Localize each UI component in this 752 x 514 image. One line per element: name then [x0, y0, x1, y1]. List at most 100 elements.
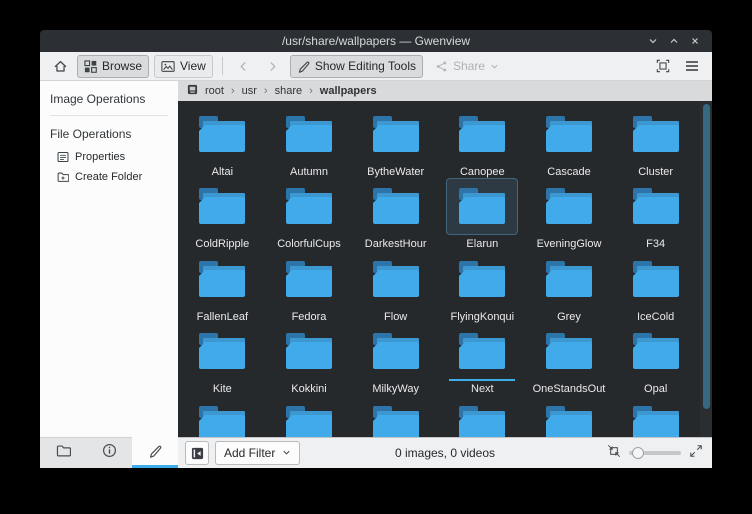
folder-icon — [186, 250, 258, 308]
properties-label: Properties — [75, 151, 125, 163]
folder-item[interactable]: FlyingKonqui — [439, 250, 526, 323]
window-title: /usr/share/wallpapers — Gwenview — [40, 34, 712, 48]
show-editing-tools-button[interactable]: Show Editing Tools — [290, 55, 423, 78]
folder-item[interactable]: BytheWater — [352, 105, 439, 178]
folder-label: FallenLeaf — [197, 311, 248, 323]
folder-item[interactable]: Kite — [179, 323, 266, 396]
tab-operations[interactable] — [132, 437, 178, 468]
maximize-icon[interactable] — [669, 36, 679, 46]
folder-icon — [360, 323, 432, 381]
folder-item[interactable]: Cluster — [612, 105, 699, 178]
folder-icon — [446, 105, 518, 163]
folder-item[interactable]: DarkestHour — [352, 178, 439, 251]
breadcrumb-segment-wallpapers[interactable]: wallpapers — [320, 85, 377, 97]
folder-label: Autumn — [290, 166, 328, 178]
folder-item[interactable]: Fedora — [266, 250, 353, 323]
folder-icon — [620, 250, 692, 308]
tab-folders[interactable] — [40, 437, 86, 468]
breadcrumb-segment-share[interactable]: share — [275, 85, 303, 97]
folder-label: Canopee — [460, 166, 505, 178]
pencil-icon — [297, 60, 310, 73]
main-area: root › usr › share › wallpapers Altai — [178, 81, 712, 437]
view-button[interactable]: View — [154, 55, 213, 78]
fullscreen-button[interactable] — [651, 55, 675, 77]
zoom-controls — [607, 444, 705, 463]
forward-button[interactable] — [261, 55, 285, 77]
folder-item[interactable]: Flow — [352, 250, 439, 323]
share-icon — [435, 60, 448, 73]
folder-item[interactable]: Kokkini — [266, 323, 353, 396]
folder-icon — [186, 178, 258, 236]
folder-item[interactable]: Grey — [526, 250, 613, 323]
folder-item[interactable]: Next — [439, 323, 526, 396]
folder-item[interactable] — [266, 395, 353, 437]
zoom-fit-icon[interactable] — [607, 444, 621, 463]
share-button[interactable]: Share — [428, 55, 506, 78]
folder-label: DarkestHour — [365, 238, 427, 250]
folder-item[interactable] — [612, 395, 699, 437]
minimize-icon[interactable] — [648, 36, 658, 46]
hamburger-menu-button[interactable] — [680, 55, 704, 77]
slider-handle[interactable] — [632, 447, 644, 459]
folder-item[interactable]: F34 — [612, 178, 699, 251]
share-label: Share — [453, 59, 485, 73]
scrollbar-handle[interactable] — [703, 104, 710, 409]
folder-icon — [620, 395, 692, 437]
folder-icon — [360, 178, 432, 236]
tab-information[interactable] — [86, 437, 132, 468]
thumbnail-size-slider[interactable] — [629, 451, 681, 455]
folder-tab-icon — [56, 444, 71, 462]
zoom-full-icon[interactable] — [689, 444, 703, 463]
editing-tools-sidebar: Image Operations File Operations Propert… — [40, 81, 178, 437]
folder-icon — [620, 178, 692, 236]
folder-label: Next — [471, 383, 494, 395]
folder-icon — [533, 395, 605, 437]
folder-item[interactable]: Autumn — [266, 105, 353, 178]
folder-item[interactable] — [352, 395, 439, 437]
folder-item[interactable]: IceCold — [612, 250, 699, 323]
browse-label: Browse — [102, 59, 142, 73]
folder-label: Kokkini — [291, 383, 326, 395]
folder-icon — [446, 178, 518, 236]
sidebar-toggle-button[interactable] — [185, 441, 209, 465]
folder-label: EveningGlow — [537, 238, 602, 250]
folder-item[interactable] — [179, 395, 266, 437]
folder-item[interactable]: Elarun — [439, 178, 526, 251]
folder-item[interactable]: Altai — [179, 105, 266, 178]
browse-button[interactable]: Browse — [77, 55, 149, 78]
folder-item[interactable]: EveningGlow — [526, 178, 613, 251]
folder-label: Altai — [212, 166, 233, 178]
folder-icon — [360, 395, 432, 437]
folder-item[interactable]: Canopee — [439, 105, 526, 178]
create-folder-item[interactable]: Create Folder — [40, 167, 178, 187]
folder-item[interactable]: ColorfulCups — [266, 178, 353, 251]
sidebar-divider — [50, 115, 168, 116]
properties-item[interactable]: Properties — [40, 147, 178, 167]
folder-item[interactable]: Cascade — [526, 105, 613, 178]
folder-item[interactable]: Opal — [612, 323, 699, 396]
folder-item[interactable] — [526, 395, 613, 437]
view-label: View — [180, 59, 206, 73]
add-filter-button[interactable]: Add Filter — [215, 441, 300, 465]
create-folder-label: Create Folder — [75, 171, 142, 183]
back-button[interactable] — [232, 55, 256, 77]
folder-item[interactable]: FallenLeaf — [179, 250, 266, 323]
folder-icon — [533, 250, 605, 308]
gwenview-window: /usr/share/wallpapers — Gwenview — [40, 30, 712, 468]
image-operations-header: Image Operations — [40, 85, 178, 112]
close-icon[interactable] — [690, 36, 700, 46]
titlebar[interactable]: /usr/share/wallpapers — Gwenview — [40, 30, 712, 52]
folder-item[interactable] — [439, 395, 526, 437]
folder-item[interactable]: ColdRipple — [179, 178, 266, 251]
folder-icon — [446, 250, 518, 308]
folder-icon — [533, 178, 605, 236]
scrollbar[interactable] — [700, 101, 712, 437]
folder-item[interactable]: OneStandsOut — [526, 323, 613, 396]
pencil-tab-icon — [148, 444, 162, 463]
folder-item[interactable]: MilkyWay — [352, 323, 439, 396]
breadcrumb-segment-root[interactable]: root — [205, 85, 224, 97]
folder-label: Fedora — [292, 311, 327, 323]
home-button[interactable] — [48, 55, 72, 77]
folder-icon — [446, 395, 518, 437]
breadcrumb-segment-usr[interactable]: usr — [242, 85, 257, 97]
